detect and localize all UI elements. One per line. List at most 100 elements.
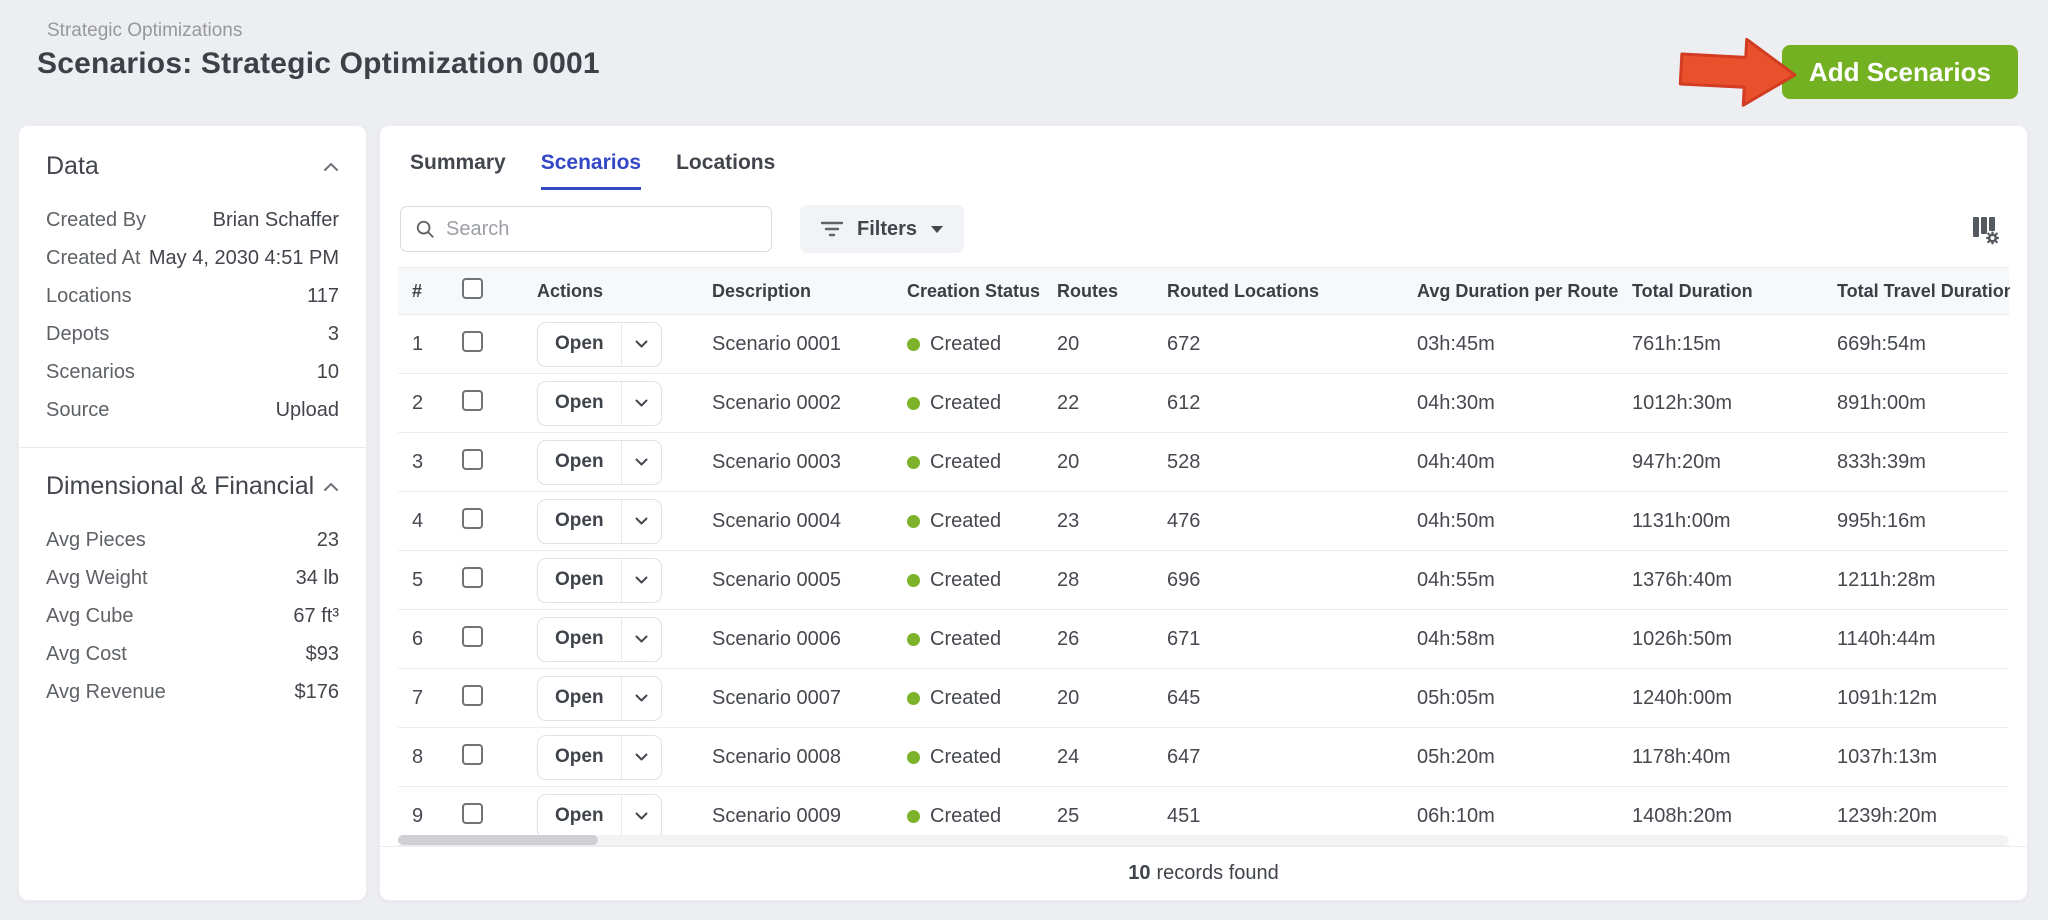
total-travel-duration-value: 891h:00m — [1837, 391, 1926, 414]
row-number: 1 — [412, 332, 424, 355]
sidebar-section-data-header[interactable]: Data — [46, 152, 339, 181]
filters-button[interactable]: Filters — [800, 205, 965, 253]
open-split-button[interactable]: Open — [537, 557, 662, 603]
open-button[interactable]: Open — [538, 677, 621, 720]
row-checkbox[interactable] — [462, 684, 483, 706]
chevron-up-icon[interactable] — [323, 162, 339, 172]
status-dot-icon — [907, 809, 920, 823]
total-duration-value: 1178h:40m — [1632, 745, 1731, 768]
open-button[interactable]: Open — [538, 441, 621, 484]
row-number: 6 — [412, 627, 424, 650]
column-header-description: Description — [712, 280, 812, 301]
avg-duration-value: 04h:50m — [1417, 509, 1495, 532]
open-button[interactable]: Open — [538, 500, 621, 543]
creation-status: Created — [899, 687, 1049, 710]
sidebar-kv-row: Source Upload — [46, 391, 339, 429]
total-duration-value: 1240h:00m — [1632, 686, 1733, 709]
breadcrumb[interactable]: Strategic Optimizations — [47, 20, 242, 42]
header-actions: Add Scenarios — [1678, 34, 2018, 110]
chevron-up-icon[interactable] — [323, 482, 339, 492]
tab-locations[interactable]: Locations — [676, 151, 775, 190]
chevron-down-icon — [635, 635, 648, 643]
add-scenarios-button[interactable]: Add Scenarios — [1781, 45, 2018, 99]
open-dropdown-toggle[interactable] — [620, 735, 661, 779]
tab-summary[interactable]: Summary — [410, 151, 506, 190]
status-label: Created — [930, 450, 1002, 473]
row-number: 8 — [412, 745, 424, 768]
column-header-total-travel-duration: Total Travel Duration — [1837, 280, 2010, 301]
column-header-creation-status: Creation Status — [907, 280, 1041, 301]
status-dot-icon — [907, 632, 920, 646]
tab-scenarios[interactable]: Scenarios — [540, 151, 642, 190]
scenarios-panel: Summary Scenarios Locations Filters — [379, 125, 2028, 901]
avg-duration-value: 06h:10m — [1417, 804, 1495, 827]
status-label: Created — [930, 686, 1002, 709]
open-dropdown-toggle[interactable] — [620, 676, 661, 720]
open-dropdown-toggle[interactable] — [620, 381, 661, 425]
column-header-num: # — [412, 280, 423, 301]
open-button[interactable]: Open — [538, 323, 621, 366]
status-dot-icon — [907, 337, 920, 351]
row-checkbox[interactable] — [462, 802, 483, 824]
records-found-status: 10 records found — [380, 846, 2027, 900]
total-travel-duration-value: 1140h:44m — [1837, 627, 1936, 650]
open-split-button[interactable]: Open — [537, 675, 662, 721]
open-split-button[interactable]: Open — [537, 793, 662, 839]
status-label: Created — [930, 745, 1002, 768]
open-dropdown-toggle[interactable] — [620, 794, 661, 838]
kv-label: Depots — [46, 322, 110, 345]
scrollbar-thumb[interactable] — [398, 835, 598, 845]
annotation-arrow-icon — [1678, 37, 1797, 107]
row-checkbox[interactable] — [462, 566, 483, 588]
search-box[interactable] — [400, 206, 772, 252]
scenario-description: Scenario 0003 — [712, 450, 841, 473]
row-number: 4 — [412, 509, 424, 532]
routes-value: 26 — [1057, 627, 1080, 650]
kv-value: $93 — [305, 642, 339, 665]
open-button[interactable]: Open — [538, 795, 621, 838]
avg-duration-value: 04h:58m — [1417, 627, 1495, 650]
open-split-button[interactable]: Open — [537, 321, 662, 367]
sidebar-kv-row: Depots 3 — [46, 315, 339, 353]
chevron-down-icon — [635, 399, 648, 407]
kv-label: Source — [46, 398, 110, 421]
row-checkbox[interactable] — [462, 330, 483, 352]
status-label: Created — [930, 627, 1002, 650]
scenario-description: Scenario 0004 — [712, 509, 841, 532]
status-dot-icon — [907, 455, 920, 469]
open-dropdown-toggle[interactable] — [620, 499, 661, 543]
horizontal-scrollbar — [398, 835, 2009, 845]
search-input[interactable] — [446, 217, 757, 241]
row-checkbox[interactable] — [462, 625, 483, 647]
open-dropdown-toggle[interactable] — [620, 440, 661, 484]
open-split-button[interactable]: Open — [537, 439, 662, 485]
open-split-button[interactable]: Open — [537, 380, 662, 426]
open-split-button[interactable]: Open — [537, 734, 662, 780]
kv-label: Avg Pieces — [46, 528, 146, 551]
open-button[interactable]: Open — [538, 382, 621, 425]
kv-label: Created By — [46, 208, 147, 231]
scenario-description: Scenario 0002 — [712, 391, 841, 414]
routed-locations-value: 612 — [1167, 391, 1201, 414]
open-button[interactable]: Open — [538, 559, 621, 602]
row-checkbox[interactable] — [462, 743, 483, 765]
row-checkbox[interactable] — [462, 389, 483, 411]
open-dropdown-toggle[interactable] — [620, 558, 661, 602]
open-split-button[interactable]: Open — [537, 616, 662, 662]
sidebar-section-dimensional-header[interactable]: Dimensional & Financial — [46, 472, 339, 501]
open-dropdown-toggle[interactable] — [620, 617, 661, 661]
routed-locations-value: 696 — [1167, 568, 1201, 591]
open-split-button[interactable]: Open — [537, 498, 662, 544]
open-dropdown-toggle[interactable] — [620, 322, 661, 366]
chevron-down-icon — [635, 340, 648, 348]
open-button[interactable]: Open — [538, 736, 621, 779]
page-title: Scenarios: Strategic Optimization 0001 — [37, 47, 600, 80]
sidebar-kv-row: Created By Brian Schaffer — [46, 201, 339, 239]
sidebar-kv-row: Avg Pieces 23 — [46, 521, 339, 559]
row-checkbox[interactable] — [462, 507, 483, 529]
chevron-down-icon — [635, 576, 648, 584]
select-all-checkbox[interactable] — [462, 278, 483, 299]
column-settings-button[interactable] — [1965, 209, 2005, 249]
row-checkbox[interactable] — [462, 448, 483, 470]
open-button[interactable]: Open — [538, 618, 621, 661]
